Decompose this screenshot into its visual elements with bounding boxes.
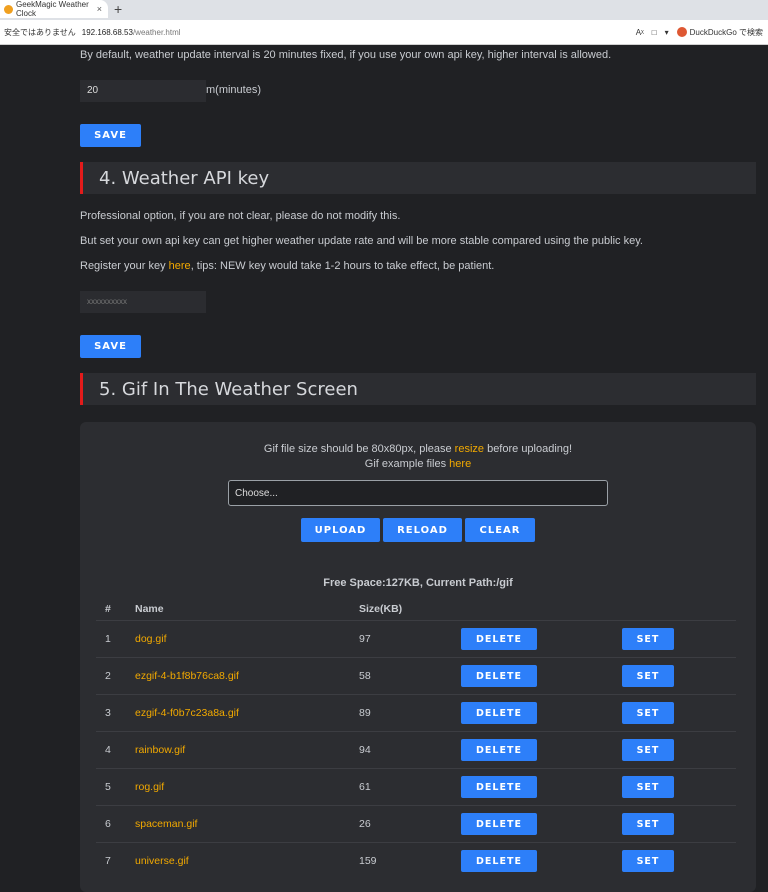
api-key-line3-prefix: Register your key <box>80 260 169 272</box>
tab-bar: GeekMagic Weather Clock × + <box>0 0 768 20</box>
free-space-status: Free Space:127KB, Current Path:/gif <box>323 577 513 589</box>
security-warning[interactable]: 安全ではありません <box>4 27 76 38</box>
file-num: 6 <box>96 805 135 843</box>
address-bar-actions: Aᵡ □ ▾ DuckDuckGo で検索 <box>636 20 763 44</box>
delete-button[interactable]: DELETE <box>461 665 537 687</box>
file-num: 7 <box>96 842 135 879</box>
table-row: 5 rog.gif 61 DELETE SET <box>96 768 736 806</box>
browser-tab[interactable]: GeekMagic Weather Clock × <box>0 0 108 18</box>
bookmark-icon[interactable]: □ <box>652 28 657 37</box>
api-key-input[interactable]: xxxxxxxxxx <box>80 291 206 313</box>
file-name-link[interactable]: universe.gif <box>135 855 189 867</box>
file-name-link[interactable]: rainbow.gif <box>135 744 185 756</box>
api-key-line3-suffix: , tips: NEW key would take 1-2 hours to … <box>190 260 495 272</box>
file-size: 26 <box>359 805 461 843</box>
set-button[interactable]: SET <box>622 702 674 724</box>
table-row: 4 rainbow.gif 94 DELETE SET <box>96 731 736 769</box>
url-text[interactable]: 192.168.68.53/weather.html <box>82 28 181 37</box>
section-heading-gif: 5. Gif In The Weather Screen <box>80 373 756 405</box>
site-favicon-icon <box>4 4 13 14</box>
upload-button[interactable]: UPLOAD <box>301 518 380 542</box>
file-name-link[interactable]: spaceman.gif <box>135 818 197 830</box>
file-name-link[interactable]: rog.gif <box>135 781 164 793</box>
column-header-delete <box>461 598 622 621</box>
tab-title: GeekMagic Weather Clock <box>16 0 89 18</box>
table-row: 6 spaceman.gif 26 DELETE SET <box>96 805 736 843</box>
save-interval-button[interactable]: SAVE <box>80 124 141 147</box>
set-button[interactable]: SET <box>622 776 674 798</box>
table-row: 7 universe.gif 159 DELETE SET <box>96 842 736 879</box>
api-key-line3: Register your key here, tips: NEW key wo… <box>80 260 494 272</box>
save-api-key-button[interactable]: SAVE <box>80 335 141 358</box>
table-row: 3 ezgif-4-f0b7c23a8a.gif 89 DELETE SET <box>96 694 736 732</box>
column-header-num: # <box>105 603 111 615</box>
file-num: 5 <box>96 768 135 806</box>
interval-description: By default, weather update interval is 2… <box>80 49 612 61</box>
menu-dropdown-icon[interactable]: ▾ <box>665 28 669 37</box>
file-name-link[interactable]: ezgif-4-b1f8b76ca8.gif <box>135 670 239 682</box>
address-bar[interactable]: 安全ではありません 192.168.68.53/weather.html Aᵡ … <box>0 20 768 45</box>
file-size: 159 <box>359 842 461 879</box>
file-size: 97 <box>359 620 461 658</box>
table-row: 2 ezgif-4-b1f8b76ca8.gif 58 DELETE SET <box>96 657 736 695</box>
column-header-size: Size(KB) <box>359 603 403 615</box>
gif-note-size: Gif file size should be 80x80px, please … <box>80 443 756 455</box>
set-button[interactable]: SET <box>622 850 674 872</box>
set-button[interactable]: SET <box>622 665 674 687</box>
register-key-link[interactable]: here <box>169 260 191 272</box>
file-chooser[interactable]: Choose... <box>228 480 608 506</box>
set-button[interactable]: SET <box>622 739 674 761</box>
set-button[interactable]: SET <box>622 628 674 650</box>
file-name-link[interactable]: ezgif-4-f0b7c23a8a.gif <box>135 707 239 719</box>
delete-button[interactable]: DELETE <box>461 776 537 798</box>
delete-button[interactable]: DELETE <box>461 628 537 650</box>
gif-note-examples: Gif example files here <box>80 458 756 470</box>
file-num: 3 <box>96 694 135 732</box>
delete-button[interactable]: DELETE <box>461 813 537 835</box>
delete-button[interactable]: DELETE <box>461 850 537 872</box>
url-path: /weather.html <box>132 27 181 37</box>
duckduckgo-icon <box>676 27 687 38</box>
file-size: 58 <box>359 657 461 695</box>
reload-button[interactable]: RELOAD <box>383 518 462 542</box>
api-key-line2: But set your own api key can get higher … <box>80 235 643 247</box>
tab-close-icon[interactable]: × <box>97 4 102 14</box>
column-header-set <box>622 598 736 621</box>
gif-note-examples-prefix: Gif example files <box>364 458 450 470</box>
new-tab-button[interactable]: + <box>114 1 122 17</box>
file-size: 61 <box>359 768 461 806</box>
gif-note-size-suffix: before uploading! <box>484 443 573 455</box>
delete-button[interactable]: DELETE <box>461 702 537 724</box>
interval-input[interactable]: 20 <box>80 80 206 102</box>
search-engine-label: DuckDuckGo で検索 <box>689 27 763 37</box>
column-header-name: Name <box>135 603 164 615</box>
gif-panel: Gif file size should be 80x80px, please … <box>80 422 756 892</box>
section-heading-api-key: 4. Weather API key <box>80 162 756 194</box>
clear-button[interactable]: CLEAR <box>465 518 535 542</box>
api-key-line1: Professional option, if you are not clea… <box>80 210 401 222</box>
file-size: 94 <box>359 731 461 769</box>
file-num: 1 <box>96 620 135 658</box>
gif-examples-link[interactable]: here <box>449 458 471 470</box>
file-num: 2 <box>96 657 135 695</box>
search-engine-hint[interactable]: DuckDuckGo で検索 <box>676 27 763 38</box>
gif-file-rows: 1 dog.gif 97 DELETE SET 2 ezgif-4-b1f8b76ca8.g… <box>96 620 736 879</box>
interval-unit: m(minutes) <box>206 84 262 96</box>
resize-link[interactable]: resize <box>455 443 484 455</box>
file-name-link[interactable]: dog.gif <box>135 633 167 645</box>
gif-note-size-prefix: Gif file size should be 80x80px, please <box>263 443 455 455</box>
file-size: 89 <box>359 694 461 732</box>
page: By default, weather update interval is 2… <box>0 45 768 892</box>
set-button[interactable]: SET <box>622 813 674 835</box>
url-host: 192.168.68.53 <box>81 27 133 37</box>
translate-icon[interactable]: Aᵡ <box>636 28 644 37</box>
table-row: 1 dog.gif 97 DELETE SET <box>96 620 736 658</box>
gif-file-table: # Name Size(KB) 1 dog.gif 97 DELETE SET 2 ezgi… <box>96 598 736 879</box>
delete-button[interactable]: DELETE <box>461 739 537 761</box>
file-num: 4 <box>96 731 135 769</box>
table-header-row: # Name Size(KB) <box>96 598 736 621</box>
